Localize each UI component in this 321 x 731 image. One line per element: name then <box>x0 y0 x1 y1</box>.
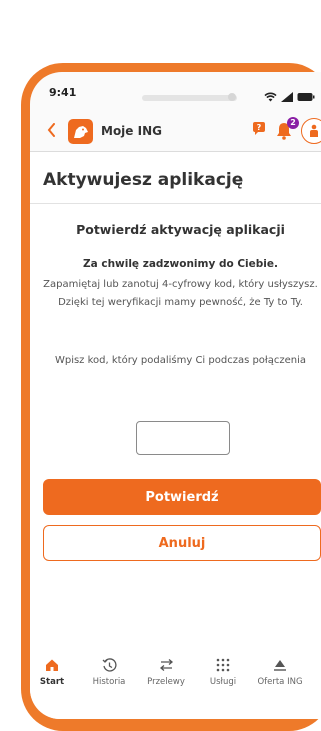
nav-item-historia[interactable]: Historia <box>79 656 139 687</box>
offer-icon <box>250 656 310 674</box>
nav-label-przelewy: Przelewy <box>147 677 185 687</box>
back-button[interactable] <box>47 123 56 140</box>
chat-help-icon: ? <box>253 122 265 135</box>
profile-button[interactable] <box>301 118 321 144</box>
instructions-text: Zapamiętaj lub zanotuj 4-cyfrowy kod, kt… <box>43 279 318 308</box>
nav-item-start[interactable]: Start <box>30 656 82 687</box>
nav-label-oferta: Oferta ING <box>257 677 303 687</box>
nav-item-oferta[interactable]: Oferta ING <box>250 656 310 687</box>
app-title: Moje ING <box>101 124 162 138</box>
camera-dot <box>228 93 236 101</box>
history-icon <box>79 656 139 674</box>
home-icon <box>30 656 82 674</box>
cancel-button[interactable]: Anuluj <box>43 525 321 561</box>
ing-lion-logo <box>68 119 93 144</box>
nav-label-historia: Historia <box>92 677 126 687</box>
bottom-navigation: Start Historia Przelewy Usługi Oferta IN… <box>30 644 321 719</box>
person-icon <box>310 124 318 137</box>
title-divider <box>30 203 321 204</box>
notification-badge: 2 <box>287 117 299 129</box>
status-time: 9:41 <box>49 86 77 99</box>
app-header: Moje ING ? 2 <box>30 112 321 150</box>
call-notice: Za chwilę zadzwonimy do Ciebie. <box>82 258 279 270</box>
grid-icon <box>193 656 253 674</box>
section-title: Potwierdź aktywację aplikacji <box>76 222 285 237</box>
transfer-icon <box>136 656 196 674</box>
notifications-button[interactable]: 2 <box>273 117 299 142</box>
phone-frame: 9:41 Moje ING ? 2 Aktywujesz aplikację P… <box>21 63 321 731</box>
code-prompt: Wpisz kod, który podaliśmy Ci podczas po… <box>54 355 307 366</box>
verification-code-input[interactable] <box>136 421 230 455</box>
dynamic-island <box>142 95 237 101</box>
app-screen: 9:41 Moje ING ? 2 Aktywujesz aplikację P… <box>30 72 321 719</box>
wifi-icon <box>264 87 277 106</box>
status-icons <box>264 87 315 106</box>
header-actions: ? 2 <box>251 117 321 144</box>
battery-icon <box>297 87 315 106</box>
signal-icon <box>281 87 293 106</box>
svg-text:?: ? <box>257 123 262 132</box>
nav-label-start: Start <box>39 677 65 687</box>
status-bar: 9:41 <box>30 72 321 112</box>
nav-label-uslugi: Usługi <box>209 677 237 687</box>
confirm-button[interactable]: Potwierdź <box>43 479 321 515</box>
page-title: Aktywujesz aplikację <box>43 170 244 190</box>
chat-help-button[interactable]: ? <box>251 121 267 141</box>
chevron-left-icon <box>47 123 55 137</box>
nav-item-uslugi[interactable]: Usługi <box>193 656 253 687</box>
nav-item-przelewy[interactable]: Przelewy <box>136 656 196 687</box>
